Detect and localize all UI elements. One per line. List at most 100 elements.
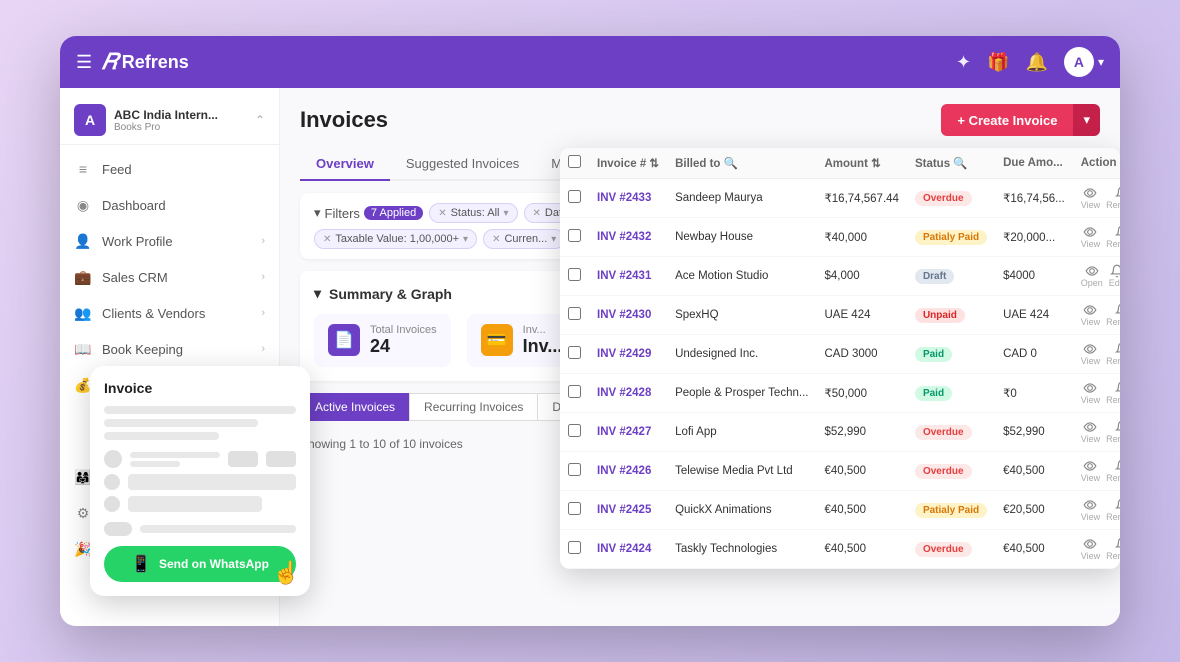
row-checkbox [560,413,589,452]
inv-label: Inv... [523,324,563,336]
row-billed-to: Taskly Technologies [667,530,816,569]
create-invoice-button[interactable]: + Create Invoice [941,104,1073,136]
row-select[interactable] [568,463,581,476]
table-tab-recurring[interactable]: Recurring Invoices [409,393,537,421]
sort-amount-icon[interactable]: ⇅ [871,158,881,170]
sidebar-item-book-keeping[interactable]: 📖 Book Keeping › [60,331,279,367]
row-action: View Remind Mark Paid ••• [1073,374,1120,413]
invoice-link[interactable]: INV #2428 [597,387,651,399]
sidebar-item-sales-crm[interactable]: 💼 Sales CRM › [60,259,279,295]
action-remind[interactable]: Remind [1106,537,1120,561]
action-view[interactable]: View [1081,420,1100,444]
row-billed-to: SpexHQ [667,296,816,335]
action-remind[interactable]: Remind [1106,420,1120,444]
filter-status-icon[interactable]: 🔍 [953,158,967,170]
total-invoices-label: Total Invoices [370,324,437,336]
tab-overview[interactable]: Overview [300,148,390,181]
tab-suggested-invoices[interactable]: Suggested Invoices [390,148,535,181]
search-billed-icon[interactable]: 🔍 [724,158,738,170]
invoice-link[interactable]: INV #2424 [597,543,651,555]
row-billed-to: Sandeep Maurya [667,179,816,218]
whatsapp-popup: Invoice [90,366,310,596]
company-selector[interactable]: A ABC India Intern... Books Pro ⌃ [60,96,279,145]
row-amount: CAD 3000 [816,335,906,374]
action-remind[interactable]: Remind [1106,459,1120,483]
sort-icon[interactable]: ⇅ [649,158,659,170]
filter-tag-currency[interactable]: ✕ Curren... ▾ [483,229,565,249]
row-select[interactable] [568,385,581,398]
gift-icon[interactable]: 🎁 [987,52,1009,73]
invoice-link[interactable]: INV #2431 [597,270,651,282]
th-status: Status 🔍 [907,148,995,179]
row-select[interactable] [568,346,581,359]
action-view[interactable]: View [1081,498,1100,522]
action-remind[interactable]: Remind [1106,381,1120,405]
filter-tag-taxable[interactable]: ✕ Taxable Value: 1,00,000+ ▾ [314,229,477,249]
action-view[interactable]: View [1081,381,1100,405]
send-whatsapp-button[interactable]: 📱 Send on WhatsApp [104,546,296,582]
sidebar-dashboard-label: Dashboard [102,198,166,213]
invoice-link[interactable]: INV #2426 [597,465,651,477]
user-avatar-button[interactable]: A ▾ [1064,47,1104,77]
filter-remove-currency-icon[interactable]: ✕ [492,234,500,245]
invoice-link[interactable]: INV #2432 [597,231,651,243]
action-remind[interactable]: Remind [1106,498,1120,522]
action-remind[interactable]: Remind [1106,303,1120,327]
row-status: Overdue [907,452,995,491]
invoice-link[interactable]: INV #2433 [597,192,651,204]
select-all-checkbox[interactable] [568,155,581,168]
action-view[interactable]: View [1081,459,1100,483]
feed-icon: ≡ [74,160,92,178]
action-view[interactable]: View [1081,186,1100,210]
table-tab-active-invoices[interactable]: Active Invoices [300,393,409,421]
row-billed-to: Newbay House [667,218,816,257]
popup-action-bar-3 [128,474,296,490]
action-remind[interactable]: Remind [1106,225,1120,249]
sidebar-item-dashboard[interactable]: ◉ Dashboard [60,187,279,223]
company-chevron-icon: ⌃ [255,113,265,127]
action-view[interactable]: View [1081,225,1100,249]
sidebar-feed-label: Feed [102,162,132,177]
row-billed-to: People & Prosper Techn... [667,374,816,413]
invoice-link[interactable]: INV #2427 [597,426,651,438]
action-view[interactable]: View [1081,342,1100,366]
company-name: ABC India Intern... [114,108,247,122]
popup-toggle-switch[interactable] [104,522,132,536]
row-select[interactable] [568,541,581,554]
invoice-link[interactable]: INV #2425 [597,504,651,516]
sidebar-item-clients-vendors[interactable]: 👥 Clients & Vendors › [60,295,279,331]
action-remind[interactable]: Remind [1106,186,1120,210]
action-view[interactable]: View [1081,537,1100,561]
filter-remove-taxable-icon[interactable]: ✕ [323,234,331,245]
row-select[interactable] [568,307,581,320]
row-select[interactable] [568,502,581,515]
popup-action-dot-1 [104,474,120,490]
bell-icon[interactable]: 🔔 [1026,52,1048,73]
row-select[interactable] [568,229,581,242]
row-select[interactable] [568,268,581,281]
status-badge: Paid [915,347,952,362]
row-action: View Remind Mark Paid ••• [1073,296,1120,335]
status-badge: Draft [915,269,954,284]
action-view[interactable]: View [1081,303,1100,327]
sidebar-item-work-profile[interactable]: 👤 Work Profile › [60,223,279,259]
filter-remove-date-icon[interactable]: ✕ [533,208,541,219]
action-remind[interactable]: Remind [1106,342,1120,366]
row-select[interactable] [568,424,581,437]
row-checkbox [560,179,589,218]
create-invoice-dropdown[interactable]: ▾ [1073,104,1100,136]
action-remind[interactable]: Edit [1109,264,1120,288]
create-invoice-button-group: + Create Invoice ▾ [941,104,1100,136]
th-invoice-num: Invoice # ⇅ [589,148,667,179]
sparkle-icon[interactable]: ✦ [956,52,971,73]
sidebar-item-feed[interactable]: ≡ Feed [60,151,279,187]
row-select[interactable] [568,190,581,203]
action-view[interactable]: Open [1081,264,1103,288]
invoice-link[interactable]: INV #2430 [597,309,651,321]
hamburger-icon[interactable]: ☰ [76,52,92,73]
filters-toggle[interactable]: ▾ Filters 7 Applied [314,205,423,221]
filter-tag-status[interactable]: ✕ Status: All ▾ [429,203,517,223]
invoice-link[interactable]: INV #2429 [597,348,651,360]
row-due-amount: $52,990 [995,413,1073,452]
filter-remove-icon[interactable]: ✕ [438,208,446,219]
